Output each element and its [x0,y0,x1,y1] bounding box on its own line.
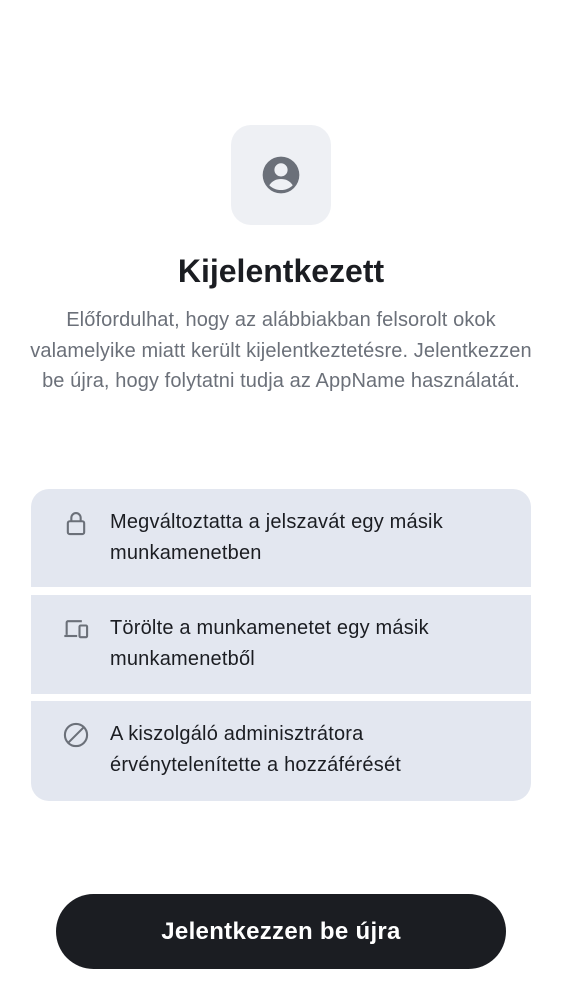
avatar [231,125,331,225]
reasons-list: Megváltoztatta a jelszavát egy másik mun… [31,489,531,801]
block-icon [62,721,90,749]
reason-text: Törölte a munkamenetet egy másik munkame… [110,617,429,670]
lock-icon [62,509,90,537]
list-item: A kiszolgáló adminisztrátora érvénytelen… [31,701,531,801]
page-description: Előfordulhat, hogy az alábbiakban felsor… [30,309,532,392]
page-title: Kijelentkezett [177,253,385,289]
user-circle-icon [262,156,300,194]
signed-out-screen: Kijelentkezett Előfordulhat, hogy az alá… [0,0,562,1000]
reason-text: Megváltoztatta a jelszavát egy másik mun… [110,511,443,564]
list-item: Törölte a munkamenetet egy másik munkame… [31,595,531,694]
reason-text: A kiszolgáló adminisztrátora érvénytelen… [110,723,402,776]
list-item: Megváltoztatta a jelszavát egy másik mun… [31,489,531,587]
sign-in-again-button[interactable]: Jelentkezzen be újra [56,894,506,969]
devices-icon [62,615,90,643]
